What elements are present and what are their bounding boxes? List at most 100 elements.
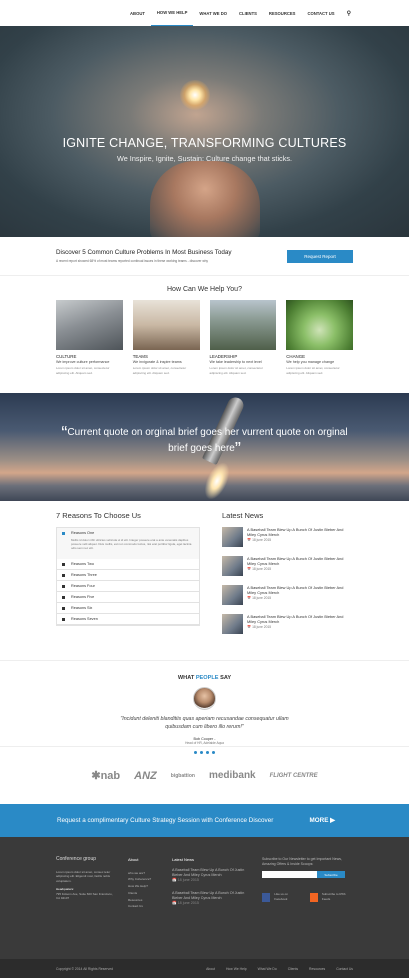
news-item[interactable]: A Baseball Team Blew Up A Bunch Of Justi… <box>222 556 352 576</box>
news-thumbnail <box>222 527 244 547</box>
footer-link[interactable]: Why Coherence? <box>128 876 158 883</box>
hero-banner: IGNITE CHANGE, TRANSFORMING CULTURES We … <box>0 26 409 237</box>
bottom-link[interactable]: Resources <box>309 967 325 971</box>
hero-title: IGNITE CHANGE, TRANSFORMING CULTURES <box>62 136 347 150</box>
footer-link[interactable]: How We Help? <box>128 883 158 890</box>
accordion-item[interactable]: Reasons Two <box>57 559 199 570</box>
accordion-text: Mollis id dolor nibh ultricies vehicula … <box>71 538 192 550</box>
bottom-link[interactable]: How We Help <box>226 967 247 971</box>
rss-icon <box>309 892 318 902</box>
quote-text: “Current quote on orginal brief goes her… <box>61 423 348 459</box>
reasons-news-section: 7 Reasons To Choose Us Reasons One Molli… <box>0 501 409 661</box>
accordion-item[interactable]: Reasons Four <box>57 581 199 592</box>
plus-icon <box>62 584 65 588</box>
nav-clients[interactable]: Clients <box>233 0 263 26</box>
avatar <box>193 687 216 710</box>
hq-address: 795 Folsom Ave, Suite 600 San Francisco,… <box>56 891 113 901</box>
card-text: Lorem ipsum dolor sit amet, consectetur … <box>132 366 187 375</box>
news-title: Latest News <box>222 511 264 520</box>
footer-link[interactable]: Resources <box>128 897 158 904</box>
footer-link[interactable]: Clients <box>128 890 158 897</box>
nav-contact-us[interactable]: Contact Us <box>301 0 340 26</box>
bottom-link[interactable]: Clients <box>288 967 298 971</box>
subscribe-button[interactable]: Subscribe <box>317 871 345 878</box>
nav-resources[interactable]: Resources <box>263 0 302 26</box>
bottom-link[interactable]: What We Do <box>258 967 277 971</box>
leadership-image <box>209 300 277 350</box>
footer-about-title: About <box>128 857 139 862</box>
footer-link[interactable]: who we are? <box>128 870 158 877</box>
quote-banner: “Current quote on orginal brief goes her… <box>0 393 409 501</box>
rss-link[interactable]: Subscribe to RSS Feeds <box>309 892 352 902</box>
testimonial-role: Head of HR, Adelaide Aqua <box>185 741 224 745</box>
news-thumbnail <box>222 614 244 634</box>
card-text: Lorem ipsum dolor sit amet, consectetur … <box>209 366 263 375</box>
news-item[interactable]: A Baseball Team Blew Up A Bunch Of Justi… <box>222 614 352 634</box>
nab-logo: ✱nab <box>91 770 121 782</box>
news-thumbnail <box>222 585 244 605</box>
plus-icon <box>62 617 65 621</box>
change-image <box>286 300 353 350</box>
hero-subtitle: We Inspire, Ignite, Sustain: Culture cha… <box>116 154 293 163</box>
top-nav: About How We Help What We Do Clients Res… <box>0 0 409 26</box>
newsletter-email-input[interactable] <box>262 871 317 878</box>
card-title: CHANGE <box>286 354 306 359</box>
client-logos: ✱nab ANZ bigbattion medibank FLIGHT CENT… <box>0 747 409 804</box>
card-change[interactable]: CHANGE We help you manage change Lorem i… <box>286 300 353 375</box>
testimonial-section: WHAT PEOPLE SAY "Incidunt deleniti bland… <box>0 661 409 754</box>
nav-what-we-do[interactable]: What We Do <box>193 0 233 26</box>
bottom-link[interactable]: Contact Us <box>336 967 353 971</box>
footer-news-item[interactable]: A Baseball Team Blew Up A Bunch Of Justi… <box>172 891 248 901</box>
footer-news-item[interactable]: A Baseball Team Blew Up A Bunch Of Justi… <box>172 868 248 878</box>
card-text: Lorem ipsum dolor sit amet, consectetur … <box>56 366 110 375</box>
card-subtitle: We help you manage change <box>286 360 335 364</box>
search-icon[interactable]: ⚲ <box>341 0 357 26</box>
accordion-item[interactable]: Reasons Seven <box>57 614 199 625</box>
bottom-bar: Copyright © 2014 All Rights Reserved Abo… <box>0 959 409 978</box>
rocket-flame <box>199 458 235 501</box>
news-item[interactable]: A Baseball Team Blew Up A Bunch Of Justi… <box>222 585 352 605</box>
footer-logo: Conference group <box>56 856 97 862</box>
minus-icon <box>62 531 65 535</box>
medibank-logo: medibank <box>208 770 256 781</box>
accordion-item-open[interactable]: Reasons One Mollis id dolor nibh ultrici… <box>57 528 199 559</box>
nav-about[interactable]: About <box>124 0 151 26</box>
card-leadership[interactable]: LEADERSHIP We take leadership to next le… <box>209 300 277 375</box>
plus-icon <box>62 606 65 610</box>
discover-title: Discover 5 Common Culture Problems In Mo… <box>56 249 232 256</box>
more-link[interactable]: MORE ▶ <box>310 817 335 824</box>
reasons-accordion: Reasons One Mollis id dolor nibh ultrici… <box>56 527 200 626</box>
plus-icon <box>62 562 65 566</box>
card-subtitle: We invigorate & inspire teams <box>132 360 182 364</box>
facebook-link[interactable]: Like us on Facebook <box>262 892 300 902</box>
help-title: How Can We Help You? <box>167 286 242 293</box>
news-thumbnail <box>222 556 244 576</box>
teams-image <box>132 300 200 350</box>
footer-news-title: Latest News <box>172 857 195 862</box>
discover-text: A recent report showed 68% of most teams… <box>56 259 209 263</box>
carousel-dots[interactable] <box>0 751 409 754</box>
newsletter-text: Subscribe to Our Newsletter to get Impor… <box>262 857 342 866</box>
footer-about-text: Lorem ipsum dolor sit amet, consec tetur… <box>56 869 111 883</box>
bigbattion-logo: bigbattion <box>170 772 195 779</box>
sparkler-image <box>180 80 210 110</box>
discover-bar: Discover 5 Common Culture Problems In Mo… <box>0 237 409 275</box>
accordion-item[interactable]: Reasons Five <box>57 592 199 603</box>
testimonial-quote: "Incidunt deleniti blanditiis quas aperi… <box>120 716 289 730</box>
card-teams[interactable]: TEAMS We invigorate & inspire teams Lore… <box>132 300 200 375</box>
footer-link[interactable]: Contact Us <box>128 903 158 910</box>
anz-logo: ANZ <box>134 769 157 782</box>
request-report-button[interactable]: Request Report <box>287 249 353 263</box>
accordion-item[interactable]: Reasons Three <box>57 570 199 581</box>
cta-text: Request a complimentary Culture Strategy… <box>57 817 274 824</box>
copyright: Copyright © 2014 All Rights Reserved <box>56 966 113 971</box>
footer: Conference group Lorem ipsum dolor sit a… <box>0 837 409 959</box>
bottom-link[interactable]: About <box>206 967 215 971</box>
news-item[interactable]: A Baseball Team Blew Up A Bunch Of Justi… <box>222 527 352 547</box>
nav-how-we-help[interactable]: How We Help <box>150 0 194 26</box>
card-subtitle: We improve culture performance <box>56 360 110 364</box>
card-title: TEAMS <box>132 354 148 359</box>
reasons-title: 7 Reasons To Choose Us <box>56 511 141 520</box>
card-culture[interactable]: CULTURE We improve culture performance L… <box>56 300 123 375</box>
accordion-item[interactable]: Reasons Six <box>57 603 199 614</box>
